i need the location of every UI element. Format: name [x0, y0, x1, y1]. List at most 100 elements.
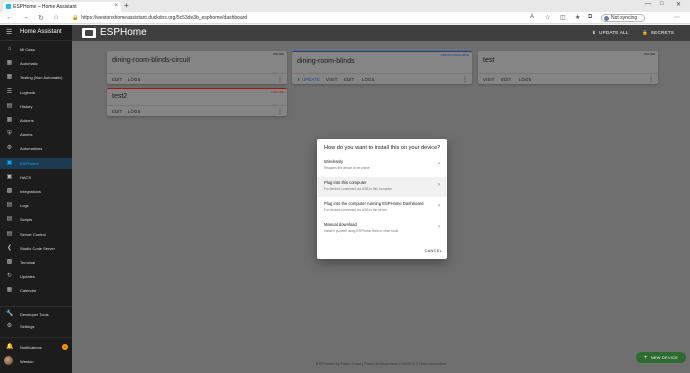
- sidebar-item-hacs[interactable]: ▣ HACS: [0, 172, 72, 183]
- option-title: Manual download: [324, 222, 357, 227]
- close-tab-icon[interactable]: ×: [114, 3, 118, 9]
- logs-button[interactable]: LOGS: [519, 77, 531, 82]
- sidebar-item-esphome[interactable]: ▣ ESPHome: [0, 157, 72, 169]
- option-title: Plug into this computer: [324, 180, 367, 185]
- device-name: test2: [112, 93, 128, 100]
- split-screen-icon[interactable]: ◫: [560, 14, 566, 21]
- bell-icon: 🔔: [6, 344, 14, 350]
- plus-icon: +: [643, 354, 648, 361]
- device-name: dining-room-blinds-circuit: [112, 57, 191, 64]
- new-tab-button[interactable]: +: [124, 1, 129, 10]
- option-subtitle: For devices connected via USB to the ser…: [324, 208, 388, 212]
- logs-button[interactable]: LOGS: [362, 77, 374, 82]
- update-all-label: UPDATE ALL: [599, 30, 629, 35]
- option-plug-into-this-computer[interactable]: Plug into this computer For devices conn…: [317, 177, 447, 197]
- status-badge: ONLINE: [643, 52, 655, 56]
- sync-status-button[interactable]: Not syncing: [601, 14, 645, 22]
- sidebar-item-label: Studio Code Server: [20, 245, 55, 251]
- favorites-list-icon[interactable]: ★: [575, 14, 580, 21]
- edit-button[interactable]: EDIT: [112, 77, 122, 82]
- sidebar-item-label: HACS: [20, 174, 32, 180]
- update-all-button[interactable]: ⬇ UPDATE ALL: [592, 30, 629, 36]
- back-icon[interactable]: ←: [6, 14, 13, 21]
- sidebar-item-studio-code-server[interactable]: ❮ Studio Code Server: [0, 243, 72, 254]
- sync-label: Not syncing: [611, 15, 638, 21]
- option-title: Wirelessly: [324, 159, 344, 164]
- refresh-icon[interactable]: ↻: [38, 14, 44, 22]
- esphome-logo-icon: [82, 28, 96, 38]
- option-plug-into-server[interactable]: Plug into the computer running ESPHome D…: [317, 198, 447, 218]
- collections-icon[interactable]: ⧉: [588, 14, 592, 21]
- calendar-icon: ▦: [6, 287, 13, 294]
- sidebar-item-alarms[interactable]: ⛨ Alarms: [0, 129, 72, 140]
- update-icon: ↻: [6, 273, 13, 280]
- sidebar-item-logbook[interactable]: ☰ Logbook: [0, 87, 72, 98]
- logs-button[interactable]: LOGS: [128, 109, 140, 114]
- sidebar-item-mi-casa[interactable]: ⌂ Mi Casa: [0, 44, 72, 55]
- option-wirelessly[interactable]: Wirelessly Requires the device to be onl…: [317, 156, 447, 176]
- sidebar-item-testing-non-automatic[interactable]: ▦ Testing (Non Automatic): [0, 72, 72, 83]
- visit-button[interactable]: VISIT: [326, 77, 337, 82]
- cancel-button[interactable]: CANCEL: [425, 248, 442, 253]
- browser-address-bar: ← → ↻ ⌂ 🔒 https://westonshomeassistant.du…: [0, 12, 690, 24]
- more-vert-icon[interactable]: ⋮: [648, 76, 654, 83]
- read-aloud-icon[interactable]: A: [530, 14, 534, 20]
- home-icon[interactable]: ⌂: [54, 14, 58, 21]
- chevron-right-icon: ›: [438, 182, 440, 188]
- sidebar-item-developer-tools[interactable]: 🔧 Developer Tools: [0, 309, 72, 320]
- edit-button[interactable]: EDIT: [344, 77, 354, 82]
- logs-button[interactable]: LOGS: [128, 77, 140, 82]
- minimize-icon[interactable]: —: [645, 1, 651, 7]
- more-vert-icon[interactable]: ⋮: [462, 76, 468, 83]
- sidebar-item-label: Settings: [20, 324, 35, 329]
- sidebar-item-updates[interactable]: ↻ Updates: [0, 271, 72, 282]
- more-options-icon[interactable]: ⋯: [674, 14, 680, 21]
- url-field[interactable]: 🔒 https://westonshomeassistant.duckdns.or…: [72, 15, 247, 21]
- app-header: ESPHome ⬇ UPDATE ALL 🔒 SECRETS: [72, 25, 690, 41]
- device-card: ONLINE dining-room-blinds-circuit EDIT L…: [107, 51, 287, 84]
- sidebar-item-scripts[interactable]: ▤ Scripts: [0, 214, 72, 225]
- maximize-icon[interactable]: □: [660, 1, 664, 7]
- browser-tab[interactable]: ESPHome – Home Assistant ×: [3, 2, 121, 12]
- sidebar-item-user[interactable]: Weston: [0, 356, 72, 367]
- device-card: OFFLINE test2 EDIT LOGS ⋮: [107, 88, 287, 116]
- sidebar-item-integrations[interactable]: ▩ Integrations: [0, 186, 72, 197]
- sidebar-item-addons[interactable]: ▦ Addons: [0, 115, 72, 126]
- card-actions: EDIT LOGS ⋮: [107, 73, 287, 84]
- download-icon: ⬇: [592, 30, 597, 35]
- option-manual-download[interactable]: Manual download Install it yourself usin…: [317, 219, 447, 239]
- esphome-icon: ▣: [6, 159, 13, 166]
- update-button[interactable]: ⬆ UPDATE: [297, 77, 320, 82]
- status-badge: OFFLINE: [271, 90, 284, 94]
- sidebar-item-label: Addons: [20, 118, 34, 123]
- script-icon: ▤: [6, 216, 13, 223]
- sidebar-item-automations[interactable]: ⚙ Automations: [0, 143, 72, 154]
- sidebar-item-history[interactable]: ▤ History: [0, 101, 72, 112]
- robot-icon: ⚙: [6, 145, 13, 152]
- secrets-button[interactable]: 🔒 SECRETS: [642, 30, 674, 36]
- code-icon: ❮: [6, 244, 13, 251]
- option-title: Plug into the computer running ESPHome D…: [324, 201, 424, 206]
- sidebar-item-label: Weston: [20, 359, 34, 364]
- favorite-icon[interactable]: ☆: [545, 14, 550, 21]
- sidebar-item-calendar[interactable]: ▦ Calendar: [0, 285, 72, 296]
- edit-button[interactable]: EDIT: [112, 109, 122, 114]
- menu-icon[interactable]: ☰: [6, 28, 12, 36]
- more-vert-icon[interactable]: ⋮: [277, 76, 283, 83]
- sidebar-item-notifications[interactable]: 🔔 Notifications 1: [0, 342, 72, 353]
- close-window-icon[interactable]: ✕: [676, 1, 681, 8]
- edit-button[interactable]: EDIT: [501, 77, 511, 82]
- sidebar-title: Home Assistant: [20, 29, 62, 35]
- forward-icon[interactable]: →: [22, 14, 29, 21]
- more-vert-icon[interactable]: ⋮: [277, 108, 283, 115]
- shield-icon: ⛨: [7, 131, 12, 138]
- sidebar-item-server-control[interactable]: ▤ Server Control: [0, 229, 72, 240]
- sidebar-item-terminal[interactable]: ▩ Terminal: [0, 257, 72, 268]
- new-device-button[interactable]: + NEW DEVICE: [636, 352, 686, 363]
- page-title: ESPHome: [100, 27, 147, 38]
- visit-button[interactable]: VISIT: [483, 77, 494, 82]
- sidebar-item-automatic[interactable]: ▦ Automatic: [0, 58, 72, 69]
- sidebar-item-logs[interactable]: ▤ Logs: [0, 200, 72, 211]
- sidebar-item-label: Updates: [20, 274, 35, 280]
- sidebar-item-settings[interactable]: ⚙ Settings: [0, 321, 72, 332]
